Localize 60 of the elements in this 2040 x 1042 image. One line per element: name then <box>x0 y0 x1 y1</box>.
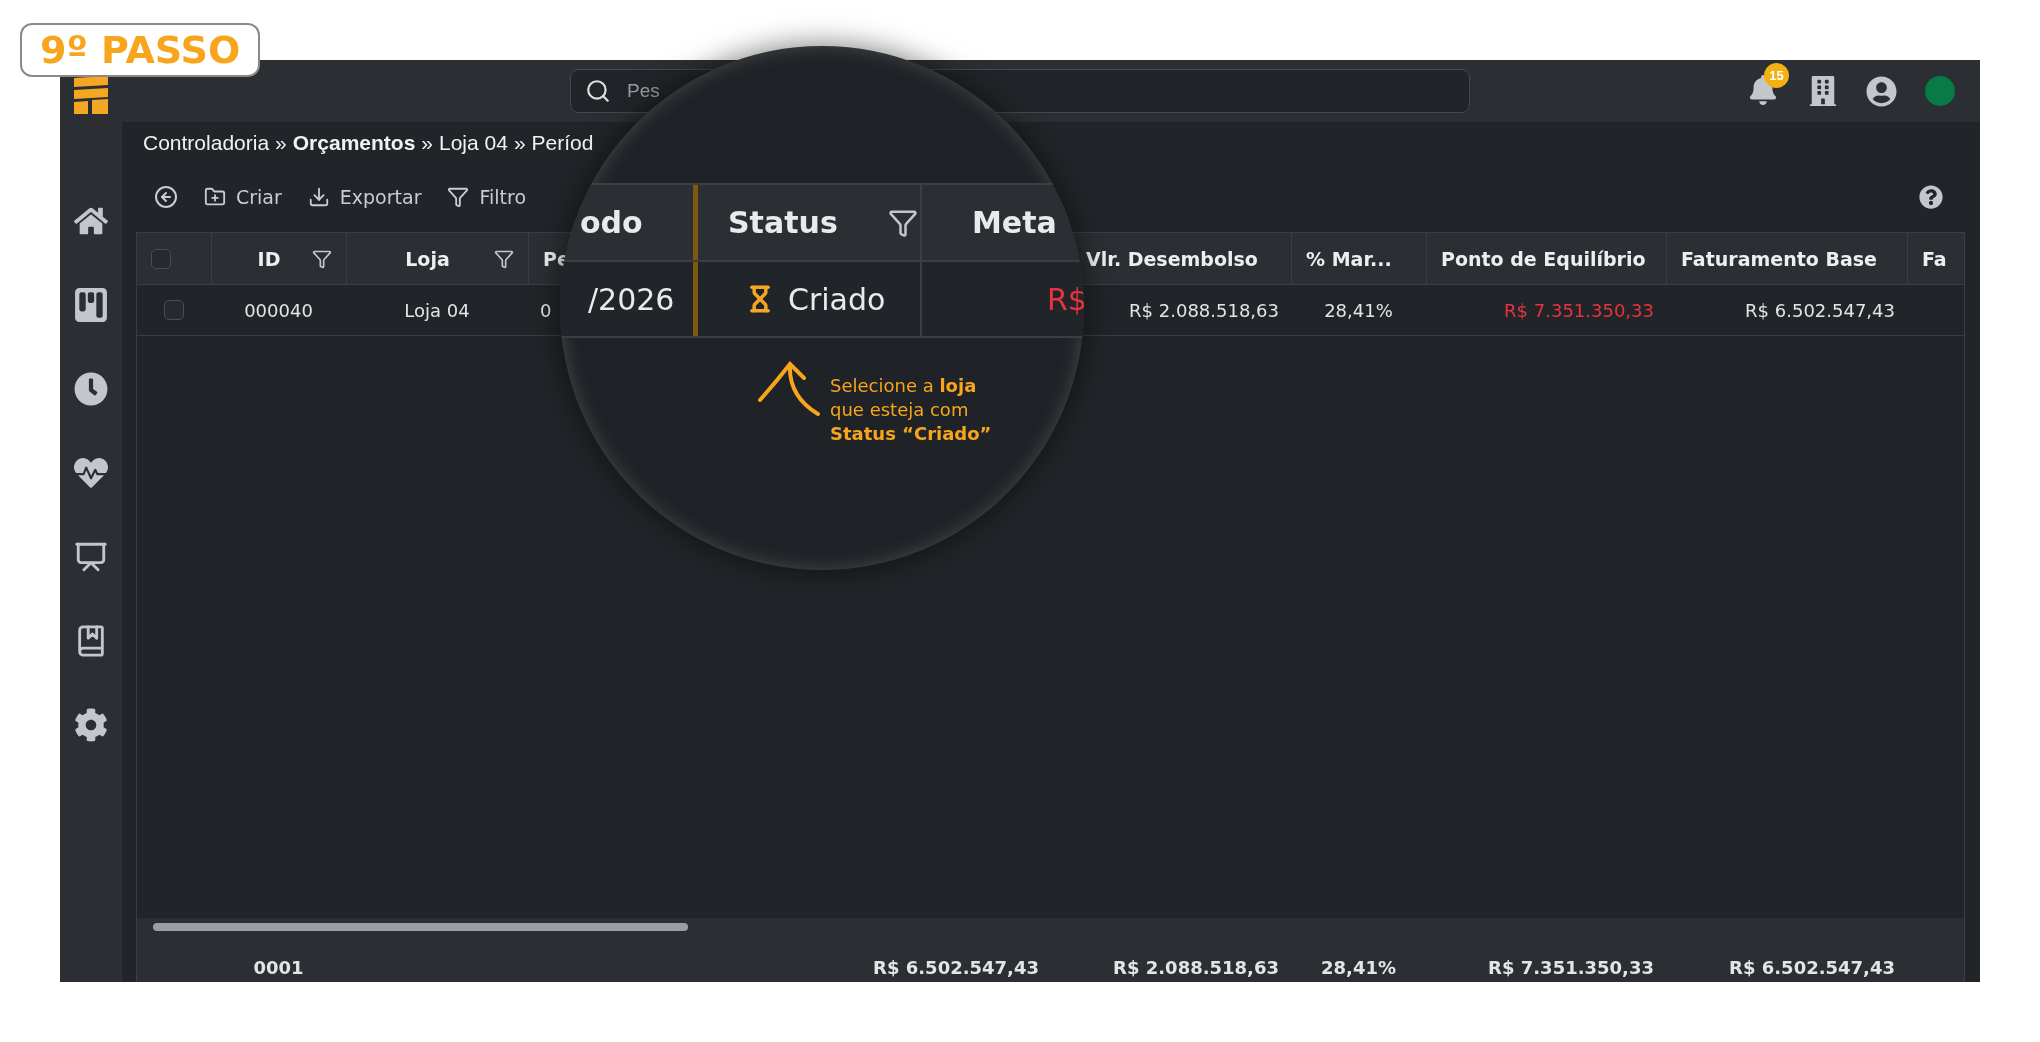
search-icon <box>585 78 611 104</box>
magnified-column-header[interactable]: odo <box>580 205 643 240</box>
total-cell: 0001 <box>253 957 304 978</box>
building-icon[interactable] <box>1808 76 1838 106</box>
kanban-icon[interactable] <box>74 288 108 322</box>
magnified-cell: R$ <box>1047 281 1084 317</box>
column-header[interactable]: ID <box>226 247 312 270</box>
breadcrumb-separator: » <box>275 131 287 155</box>
table-cell-text: R$ 2.088.518,63 <box>1128 299 1280 321</box>
table-cell: 28,41% <box>1324 299 1393 321</box>
total-cell: 28,41% <box>1321 957 1396 978</box>
download-icon <box>307 186 330 208</box>
filter-icon[interactable] <box>312 248 332 269</box>
step-badge: 9º PASSO <box>20 23 261 77</box>
callout-text: Selecione a loja que esteja com Status “Criado” <box>830 374 992 446</box>
column-header[interactable]: Vlr. Desembolso <box>1086 247 1258 270</box>
clock-icon[interactable] <box>74 372 108 406</box>
easel-icon[interactable] <box>74 540 108 574</box>
table-cell: Loja 04 <box>404 299 470 321</box>
settings-icon[interactable] <box>74 708 108 742</box>
search-input[interactable]: Pes <box>627 80 667 102</box>
total-cell-text: R$ 7.351.350,33 <box>1487 957 1655 978</box>
logo-icon <box>74 76 108 114</box>
table-cell: 000040 <box>244 299 313 321</box>
select-all-checkbox[interactable] <box>151 248 171 269</box>
status-dot <box>1925 76 1955 106</box>
table-cell-text: R$ 6.502.547,43 <box>1744 299 1896 321</box>
column-header[interactable]: Loja <box>361 247 494 270</box>
breadcrumb-item[interactable]: Loja 04 <box>439 131 508 155</box>
column-header[interactable]: Fa <box>1922 247 1947 270</box>
table-cell-text: 0 <box>539 299 553 321</box>
magnified-column-header[interactable]: Status <box>728 205 838 240</box>
column-header[interactable]: Ponto de Equilíbrio <box>1441 247 1646 270</box>
notification-badge: 15 <box>1764 63 1789 88</box>
curved-arrow <box>758 360 820 418</box>
total-cell-text: R$ 6.502.547,43 <box>872 957 1040 978</box>
filter-button[interactable]: Filtro <box>447 186 527 208</box>
filter-icon[interactable] <box>494 248 514 269</box>
breadcrumb-separator: » <box>513 131 526 155</box>
breadcrumb-item[interactable]: Orçamentos <box>292 131 416 155</box>
folder-plus-icon <box>204 186 226 208</box>
breadcrumb-item[interactable]: Controladoria <box>143 131 270 155</box>
total-cell-text: R$ 2.088.518,63 <box>1112 957 1280 978</box>
magnified-cell: Criado <box>788 281 886 317</box>
user-icon[interactable] <box>1866 75 1897 107</box>
create-button[interactable]: Criar <box>204 186 282 208</box>
breadcrumb-separator: » <box>421 131 433 155</box>
magnified-cell: /2026 <box>588 281 675 317</box>
export-button[interactable]: Exportar <box>307 186 422 208</box>
help-icon[interactable] <box>1919 185 1943 209</box>
table-cell-text: R$ 7.351.350,33 <box>1503 299 1655 321</box>
total-cell-text: R$ 6.502.547,43 <box>1728 957 1896 978</box>
row-checkbox[interactable] <box>164 300 184 320</box>
magnified-column-header[interactable]: Meta <box>972 205 1057 240</box>
back-icon[interactable] <box>154 185 178 209</box>
filter-icon <box>447 186 470 208</box>
scrollbar-thumb[interactable] <box>153 923 688 931</box>
column-header[interactable]: Faturamento Base <box>1681 247 1877 270</box>
heart-pulse-icon[interactable] <box>74 456 108 490</box>
column-header[interactable]: % Mar... <box>1306 247 1392 270</box>
